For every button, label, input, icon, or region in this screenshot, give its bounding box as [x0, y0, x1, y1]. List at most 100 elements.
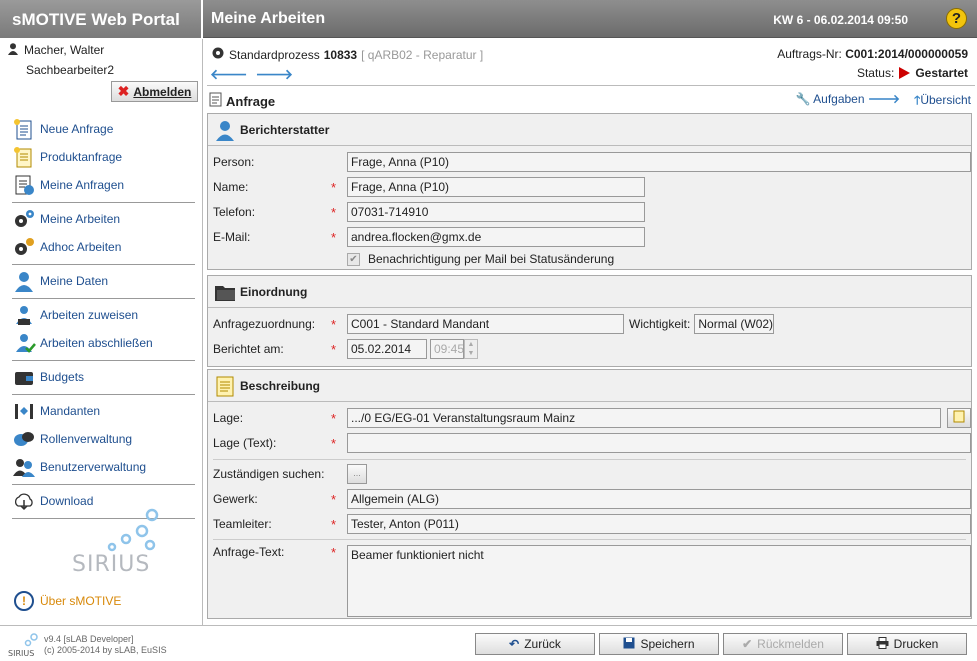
reject-button[interactable]: ✔ Rückmelden: [723, 633, 843, 655]
section-description: Beschreibung Lage: * .../0 EG/EG-01 Veran…: [207, 369, 972, 619]
nav-group-requests: Neue Anfrage Produktanfrage Meine Anfrag…: [12, 113, 195, 203]
row-team-lead: Teamleiter: * Tester, Anton (P011): [213, 514, 971, 534]
sidebar-item-assign-work[interactable]: Arbeiten zuweisen: [12, 301, 195, 329]
notify-checkbox[interactable]: ✔: [347, 252, 360, 266]
sidebar-item-label: Produktanfrage: [40, 150, 123, 164]
field-label: Zuständigen suchen:: [213, 467, 325, 481]
sidebar-item-new-request[interactable]: Neue Anfrage: [12, 115, 195, 143]
field-label: Gewerk:: [213, 492, 258, 506]
sidebar-item-label: Budgets: [40, 370, 85, 384]
back-button[interactable]: ↶ Zurück: [475, 633, 595, 655]
trade-field[interactable]: Allgemein (ALG): [347, 489, 971, 509]
team-lead-field[interactable]: Tester, Anton (P011): [347, 514, 971, 534]
request-text-area[interactable]: Beamer funktioniert nicht: [347, 545, 971, 617]
location-picker-button[interactable]: [947, 408, 971, 428]
tasks-link[interactable]: 🔧 Aufgaben 🡒: [796, 91, 901, 112]
sidebar-item-roles[interactable]: Rollenverwaltung: [12, 425, 195, 453]
name-field[interactable]: Frage, Anna (P10): [347, 177, 645, 197]
arrow-right-icon[interactable]: 🡒: [256, 66, 294, 83]
nav-group-data: Meine Daten: [12, 265, 195, 299]
sidebar: Macher, Walter Sachbearbeiter2 ✖ Abmelde…: [0, 39, 203, 625]
assign-work-icon: [12, 304, 36, 326]
back-label: Zurück: [524, 637, 561, 651]
document-icon: [209, 92, 223, 110]
sidebar-item-label: Neue Anfrage: [40, 122, 114, 136]
status-play-icon: [899, 67, 911, 79]
sidebar-item-product-request[interactable]: Produktanfrage: [12, 143, 195, 171]
search-responsible-button[interactable]: ...: [347, 464, 367, 484]
sidebar-item-clients[interactable]: Mandanten: [12, 397, 195, 425]
required-marker: *: [331, 410, 337, 426]
location-field[interactable]: .../0 EG/EG-01 Veranstaltungsraum Mainz: [347, 408, 941, 428]
tasks-link-label: Aufgaben: [813, 92, 865, 106]
users-icon: [12, 456, 36, 478]
reporter-icon: [214, 119, 236, 141]
svg-text:SIRIUS: SIRIUS: [8, 649, 34, 658]
section-classification: Einordnung Anfragezuordnung: * C001 - Sta…: [207, 275, 972, 367]
time-spinner[interactable]: ▲ ▼: [464, 339, 478, 359]
row-assign: Anfragezuordnung: * C001 - Standard Manda…: [213, 314, 775, 334]
about-link[interactable]: ! Über sMOTIVE: [14, 591, 121, 611]
email-field[interactable]: andrea.flocken@gmx.de: [347, 227, 645, 247]
print-button[interactable]: Drucken: [847, 633, 967, 655]
row-person: Person: Frage, Anna (P10): [213, 152, 971, 172]
about-label: Über sMOTIVE: [40, 594, 122, 608]
cloud-download-icon: [12, 490, 36, 512]
row-reported: Berichtet am: * 05.02.2014 09:45 ▲ ▼: [213, 339, 478, 359]
location-text-field[interactable]: [347, 433, 971, 453]
phone-field[interactable]: 07031-714910: [347, 202, 645, 222]
order-value: C001:2014/000000059: [845, 47, 968, 61]
section-reporter: Berichterstatter Person: Frage, Anna (P1…: [207, 113, 972, 270]
overview-link-label: Übersicht: [920, 93, 971, 107]
complete-work-icon: [12, 332, 36, 354]
logout-button[interactable]: ✖ Abmelden: [111, 81, 198, 102]
sidebar-item-complete-work[interactable]: Arbeiten abschließen: [12, 329, 195, 357]
sidebar-item-adhoc-work[interactable]: Adhoc Arbeiten: [12, 233, 195, 261]
sidebar-item-users[interactable]: Benutzerverwaltung: [12, 453, 195, 481]
nav-group-admin: Mandanten Rollenverwaltung Benutzerverwa…: [12, 395, 195, 485]
section-header: Berichterstatter: [208, 114, 971, 146]
form-title-label: Anfrage: [226, 93, 276, 109]
user-icon: [8, 43, 18, 55]
row-location-text: Lage (Text): *: [213, 433, 971, 453]
sidebar-item-label: Meine Anfragen: [40, 178, 125, 192]
logout-label: Abmelden: [133, 84, 192, 99]
field-label: Anfrage-Text:: [213, 545, 285, 559]
required-marker: *: [331, 516, 337, 532]
save-button[interactable]: Speichern: [599, 633, 719, 655]
notepad-icon: [953, 410, 965, 426]
sidebar-item-label: Download: [40, 494, 94, 508]
adhoc-gear-icon: [12, 236, 36, 258]
arrow-left-icon[interactable]: 🡐: [210, 66, 248, 83]
undo-icon: ↶: [509, 637, 520, 651]
notepad-icon: [214, 375, 236, 397]
sidebar-item-my-work[interactable]: Meine Arbeiten: [12, 205, 195, 233]
user-info: Macher, Walter: [8, 43, 104, 57]
form-title: Anfrage: [209, 92, 275, 110]
overview-link[interactable]: 🡑Übersicht: [914, 91, 971, 112]
help-icon[interactable]: ?: [946, 8, 967, 29]
footer: SIRIUS v9.4 [sLAB Developer] (c) 2005-20…: [0, 625, 977, 661]
priority-field[interactable]: Normal (W02): [694, 314, 775, 334]
process-code: [ qARB02 - Reparatur ]: [361, 47, 484, 62]
person-field[interactable]: Frage, Anna (P10): [347, 152, 971, 172]
sidebar-item-label: Arbeiten zuweisen: [40, 308, 139, 322]
assign-field[interactable]: C001 - Standard Mandant: [347, 314, 624, 334]
reject-label: Rückmelden: [757, 637, 824, 651]
sidebar-nav: Neue Anfrage Produktanfrage Meine Anfrag…: [12, 113, 195, 519]
section-header: Einordnung: [208, 276, 971, 308]
field-label: Name:: [213, 180, 249, 194]
floppy-icon: [623, 637, 635, 652]
date-field[interactable]: 05.02.2014: [347, 339, 427, 359]
nav-group-budgets: Budgets: [12, 361, 195, 395]
field-label: Lage:: [213, 411, 244, 425]
sidebar-item-budgets[interactable]: Budgets: [12, 363, 195, 391]
time-field[interactable]: 09:45: [430, 339, 464, 359]
status-value: Gestartet: [915, 66, 968, 80]
user-name: Macher, Walter: [24, 43, 105, 57]
close-icon: ✖: [117, 83, 130, 99]
field-label: Person:: [213, 155, 255, 169]
sidebar-item-my-data[interactable]: Meine Daten: [12, 267, 195, 295]
sidebar-item-my-requests[interactable]: Meine Anfragen: [12, 171, 195, 199]
required-marker: *: [331, 179, 337, 195]
